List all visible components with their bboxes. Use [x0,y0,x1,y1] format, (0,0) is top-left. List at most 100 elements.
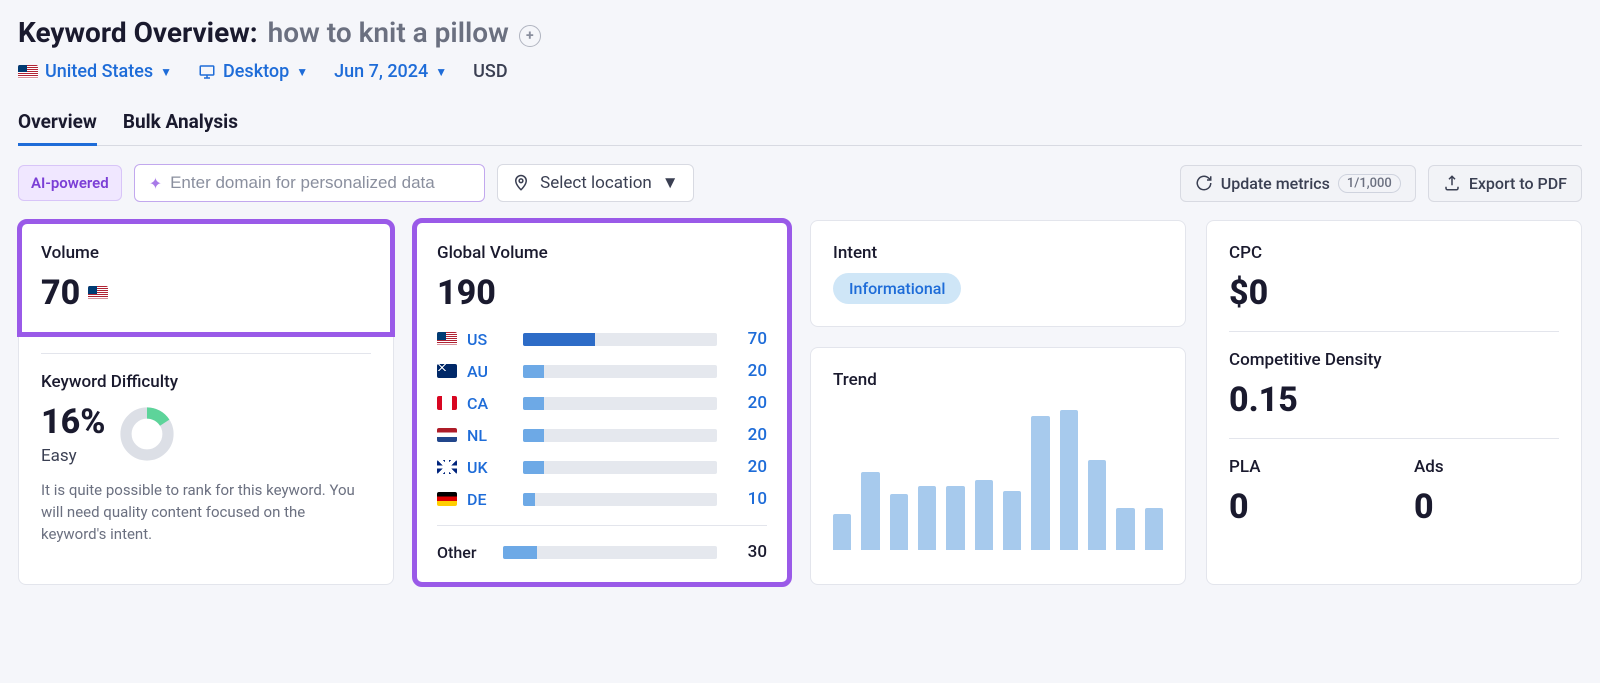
gv-other-value: 30 [727,542,767,562]
gv-country-code: CA [467,394,513,413]
flag-au-icon [437,364,457,378]
trend-label: Trend [833,370,1163,390]
update-metrics-count: 1/1,000 [1338,174,1401,193]
kd-level: Easy [41,446,105,466]
flag-us-icon [437,332,457,346]
trend-bar [918,486,936,550]
gv-value: 70 [727,329,767,349]
cpc-value: $0 [1229,273,1268,313]
volume-label: Volume [41,243,371,263]
gv-row-us[interactable]: US 70 [437,329,767,349]
date-filter[interactable]: Jun 7, 2024 ▼ [334,61,447,82]
gv-other-label: Other [437,543,493,562]
flag-us-icon [88,286,108,300]
trend-bar [1145,508,1163,550]
tab-overview[interactable]: Overview [18,104,97,145]
page-title-label: Keyword Overview: [18,16,258,49]
flag-ca-icon [437,396,457,410]
gv-value: 20 [727,361,767,381]
device-filter-label: Desktop [223,61,289,82]
gv-country-code: AU [467,362,513,381]
currency-label: USD [473,61,507,82]
gv-value: 10 [727,489,767,509]
chevron-down-icon: ▼ [296,65,308,79]
gv-row-uk[interactable]: UK 20 [437,457,767,477]
export-icon [1443,174,1461,192]
flag-nl-icon [437,428,457,442]
ads-value: 0 [1414,487,1434,527]
sparkle-icon: ✦ [149,174,162,193]
pla-label: PLA [1229,457,1374,477]
gv-row-other[interactable]: Other 30 [437,542,767,562]
trend-bar [975,480,993,550]
add-keyword-button[interactable]: + [519,25,541,47]
competitive-label: Competitive Density [1229,350,1559,370]
kd-percent: 16% [41,402,105,442]
ads-label: Ads [1414,457,1559,477]
kd-label: Keyword Difficulty [41,372,371,392]
trend-bar [1116,508,1134,550]
country-filter-label: United States [45,61,153,82]
gv-bar [503,546,717,559]
trend-bar [890,494,908,550]
chevron-down-icon: ▼ [662,173,679,193]
intent-chip: Informational [833,273,961,304]
trend-bar [1060,410,1078,550]
refresh-icon [1195,174,1213,192]
date-filter-label: Jun 7, 2024 [334,61,428,82]
gv-bar [523,397,717,410]
desktop-icon [198,63,216,81]
flag-uk-icon [437,460,457,474]
kd-description: It is quite possible to rank for this ke… [41,480,371,545]
gv-country-code: UK [467,458,513,477]
gv-row-au[interactable]: AU 20 [437,361,767,381]
competitive-value: 0.15 [1229,380,1298,420]
intent-card: Intent Informational [810,220,1186,327]
domain-input-group[interactable]: ✦ [134,164,485,202]
flag-us-icon [18,65,38,79]
gv-bar [523,333,717,346]
gv-row-nl[interactable]: NL 20 [437,425,767,445]
gv-bar [523,429,717,442]
global-volume-card: Global Volume 190 US70AU20CA20NL20UK20DE… [414,220,790,585]
gv-bar [523,365,717,378]
update-metrics-label: Update metrics [1221,174,1330,193]
location-select[interactable]: Select location ▼ [497,164,694,202]
trend-bar [833,514,851,550]
export-pdf-button[interactable]: Export to PDF [1428,165,1582,202]
trend-bar [946,486,964,550]
gv-country-code: NL [467,426,513,445]
cpc-label: CPC [1229,243,1559,263]
gv-bar [523,493,717,506]
pla-value: 0 [1229,487,1249,527]
ai-badge: AI-powered [18,165,122,201]
chevron-down-icon: ▼ [435,65,447,79]
gv-value: 20 [727,425,767,445]
device-filter[interactable]: Desktop ▼ [198,61,308,82]
location-pin-icon [512,174,530,192]
gv-value: 20 [727,457,767,477]
tab-bulk-analysis[interactable]: Bulk Analysis [123,104,238,145]
kd-donut-chart [119,406,175,462]
trend-card: Trend [810,347,1186,585]
gv-country-code: US [467,330,513,349]
trend-chart [833,400,1163,550]
gv-value: 20 [727,393,767,413]
export-pdf-label: Export to PDF [1469,174,1567,193]
gv-row-de[interactable]: DE10 [437,489,767,509]
volume-kd-card: Volume 70 Keyword Difficulty 16% Easy It… [18,220,394,585]
trend-bar [1088,460,1106,550]
gv-row-ca[interactable]: CA 20 [437,393,767,413]
trend-bar [1031,416,1049,550]
volume-value: 70 [41,273,80,313]
trend-bar [1003,491,1021,550]
cpc-card: CPC $0 Competitive Density 0.15 PLA 0 Ad… [1206,220,1582,585]
page-title-keyword: how to knit a pillow [268,16,509,49]
trend-bar [861,472,879,550]
chevron-down-icon: ▼ [160,65,172,79]
location-select-label: Select location [540,173,652,193]
update-metrics-button[interactable]: Update metrics 1/1,000 [1180,165,1416,202]
global-volume-value: 190 [437,273,496,313]
country-filter[interactable]: United States ▼ [18,61,172,82]
domain-input[interactable] [170,173,470,193]
